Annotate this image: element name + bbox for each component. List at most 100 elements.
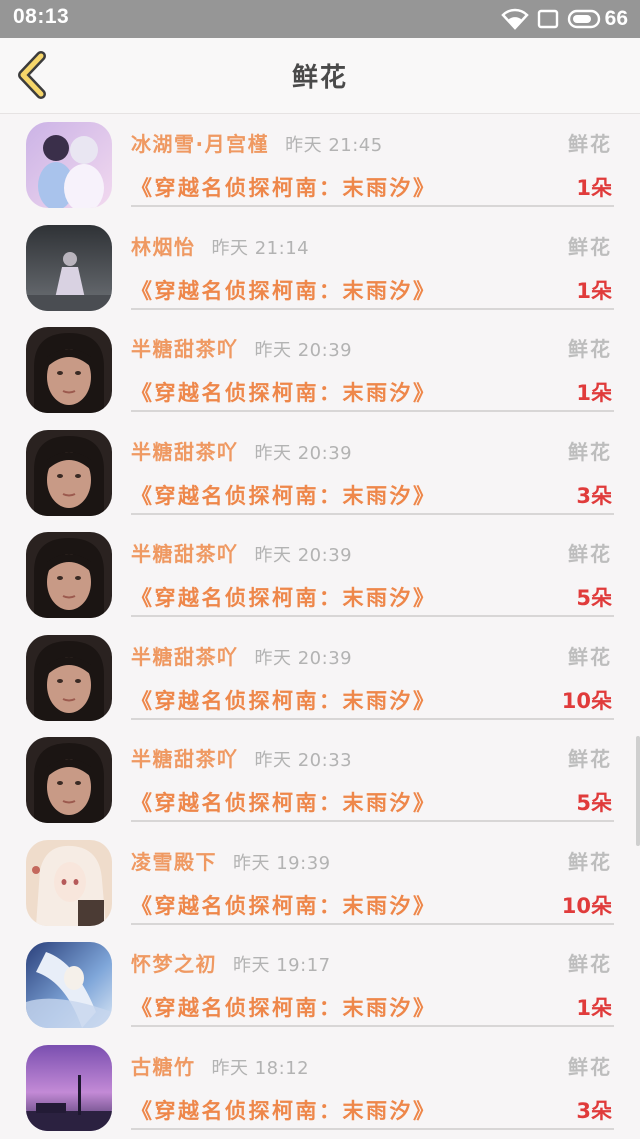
sender-name: 怀梦之初昨天 19:17 (131, 948, 331, 977)
battery-level: 66 (605, 7, 628, 31)
send-time: 昨天 20:33 (255, 750, 353, 771)
sim-icon (537, 9, 559, 29)
sender-name-text: 半糖甜茶吖 (131, 645, 239, 669)
battery-icon (567, 9, 601, 29)
sender-name: 半糖甜茶吖昨天 20:39 (131, 436, 352, 465)
flower-record-list: 冰湖雪·月宫槿昨天 21:45 鲜花 《穿越名侦探柯南：末雨汐》 1朵 林烟怡昨… (0, 114, 640, 1139)
gift-type: 鲜花 (568, 333, 612, 362)
sender-name: 半糖甜茶吖昨天 20:39 (131, 641, 352, 670)
list-item[interactable]: 半糖甜茶吖昨天 20:39 鲜花 《穿越名侦探柯南：末雨汐》 1朵 (0, 319, 640, 422)
list-item[interactable]: 古糖竹昨天 18:12 鲜花 《穿越名侦探柯南：末雨汐》 3朵 (0, 1037, 640, 1139)
wifi-icon (501, 8, 529, 30)
divider (131, 308, 614, 310)
title-bar: 鲜花 (0, 38, 640, 114)
divider (131, 1128, 614, 1130)
list-item[interactable]: 半糖甜茶吖昨天 20:39 鲜花 《穿越名侦探柯南：末雨汐》 10朵 (0, 627, 640, 730)
sender-name-text: 古糖竹 (131, 1055, 196, 1079)
scrollbar[interactable] (636, 736, 640, 846)
divider (131, 1025, 614, 1027)
divider (131, 718, 614, 720)
gift-type: 鲜花 (568, 436, 612, 465)
sender-name: 凌雪殿下昨天 19:39 (131, 846, 331, 875)
avatar[interactable] (26, 532, 112, 618)
send-time: 昨天 19:17 (233, 955, 331, 976)
gift-count: 1朵 (576, 172, 612, 202)
gift-type: 鲜花 (568, 948, 612, 977)
avatar[interactable] (26, 840, 112, 926)
gift-count: 5朵 (576, 582, 612, 612)
list-item[interactable]: 半糖甜茶吖昨天 20:39 鲜花 《穿越名侦探柯南：末雨汐》 3朵 (0, 422, 640, 525)
sender-name: 冰湖雪·月宫槿昨天 21:45 (131, 128, 383, 157)
sender-name-text: 半糖甜茶吖 (131, 542, 239, 566)
book-title: 《穿越名侦探柯南：末雨汐》 (131, 480, 437, 510)
sender-name: 林烟怡昨天 21:14 (131, 231, 309, 260)
avatar[interactable] (26, 225, 112, 311)
gift-type: 鲜花 (568, 231, 612, 260)
avatar[interactable] (26, 1045, 112, 1131)
divider (131, 410, 614, 412)
gift-type: 鲜花 (568, 641, 612, 670)
gift-type: 鲜花 (568, 128, 612, 157)
book-title: 《穿越名侦探柯南：末雨汐》 (131, 1095, 437, 1125)
book-title: 《穿越名侦探柯南：末雨汐》 (131, 890, 437, 920)
list-item[interactable]: 怀梦之初昨天 19:17 鲜花 《穿越名侦探柯南：末雨汐》 1朵 (0, 934, 640, 1037)
status-bar: 08:13 66 (0, 0, 640, 38)
gift-count: 1朵 (576, 992, 612, 1022)
send-time: 昨天 20:39 (255, 443, 353, 464)
gift-count: 1朵 (576, 275, 612, 305)
gift-type: 鲜花 (568, 1051, 612, 1080)
gift-count: 3朵 (576, 1095, 612, 1125)
book-title: 《穿越名侦探柯南：末雨汐》 (131, 172, 437, 202)
list-item[interactable]: 冰湖雪·月宫槿昨天 21:45 鲜花 《穿越名侦探柯南：末雨汐》 1朵 (0, 114, 640, 217)
book-title: 《穿越名侦探柯南：末雨汐》 (131, 992, 437, 1022)
send-time: 昨天 21:14 (212, 238, 310, 259)
send-time: 昨天 18:12 (212, 1058, 310, 1079)
sender-name-text: 林烟怡 (131, 235, 196, 259)
avatar[interactable] (26, 327, 112, 413)
send-time: 昨天 20:39 (255, 648, 353, 669)
list-item[interactable]: 半糖甜茶吖昨天 20:39 鲜花 《穿越名侦探柯南：末雨汐》 5朵 (0, 524, 640, 627)
gift-type: 鲜花 (568, 846, 612, 875)
gift-count: 5朵 (576, 787, 612, 817)
book-title: 《穿越名侦探柯南：末雨汐》 (131, 275, 437, 305)
sender-name-text: 冰湖雪·月宫槿 (131, 132, 269, 156)
send-time: 昨天 19:39 (233, 853, 331, 874)
avatar[interactable] (26, 737, 112, 823)
book-title: 《穿越名侦探柯南：末雨汐》 (131, 377, 437, 407)
gift-type: 鲜花 (568, 538, 612, 567)
sender-name-text: 半糖甜茶吖 (131, 337, 239, 361)
avatar[interactable] (26, 430, 112, 516)
sender-name-text: 半糖甜茶吖 (131, 440, 239, 464)
divider (131, 205, 614, 207)
status-icons: 66 (501, 6, 628, 32)
avatar[interactable] (26, 635, 112, 721)
send-time: 昨天 21:45 (285, 135, 383, 156)
send-time: 昨天 20:39 (255, 545, 353, 566)
sender-name: 半糖甜茶吖昨天 20:39 (131, 333, 352, 362)
divider (131, 820, 614, 822)
gift-count: 10朵 (562, 685, 612, 715)
status-time: 08:13 (13, 5, 69, 29)
avatar[interactable] (26, 942, 112, 1028)
list-item[interactable]: 凌雪殿下昨天 19:39 鲜花 《穿越名侦探柯南：末雨汐》 10朵 (0, 832, 640, 935)
sender-name-text: 凌雪殿下 (131, 850, 217, 874)
book-title: 《穿越名侦探柯南：末雨汐》 (131, 685, 437, 715)
list-item[interactable]: 半糖甜茶吖昨天 20:33 鲜花 《穿越名侦探柯南：末雨汐》 5朵 (0, 729, 640, 832)
sender-name: 古糖竹昨天 18:12 (131, 1051, 309, 1080)
divider (131, 513, 614, 515)
sender-name: 半糖甜茶吖昨天 20:39 (131, 538, 352, 567)
gift-count: 10朵 (562, 890, 612, 920)
gift-count: 1朵 (576, 377, 612, 407)
book-title: 《穿越名侦探柯南：末雨汐》 (131, 582, 437, 612)
page-title: 鲜花 (0, 57, 640, 94)
gift-type: 鲜花 (568, 743, 612, 772)
avatar[interactable] (26, 122, 112, 208)
sender-name: 半糖甜茶吖昨天 20:33 (131, 743, 352, 772)
gift-count: 3朵 (576, 480, 612, 510)
list-item[interactable]: 林烟怡昨天 21:14 鲜花 《穿越名侦探柯南：末雨汐》 1朵 (0, 217, 640, 320)
divider (131, 923, 614, 925)
sender-name-text: 怀梦之初 (131, 952, 217, 976)
divider (131, 615, 614, 617)
sender-name-text: 半糖甜茶吖 (131, 747, 239, 771)
book-title: 《穿越名侦探柯南：末雨汐》 (131, 787, 437, 817)
